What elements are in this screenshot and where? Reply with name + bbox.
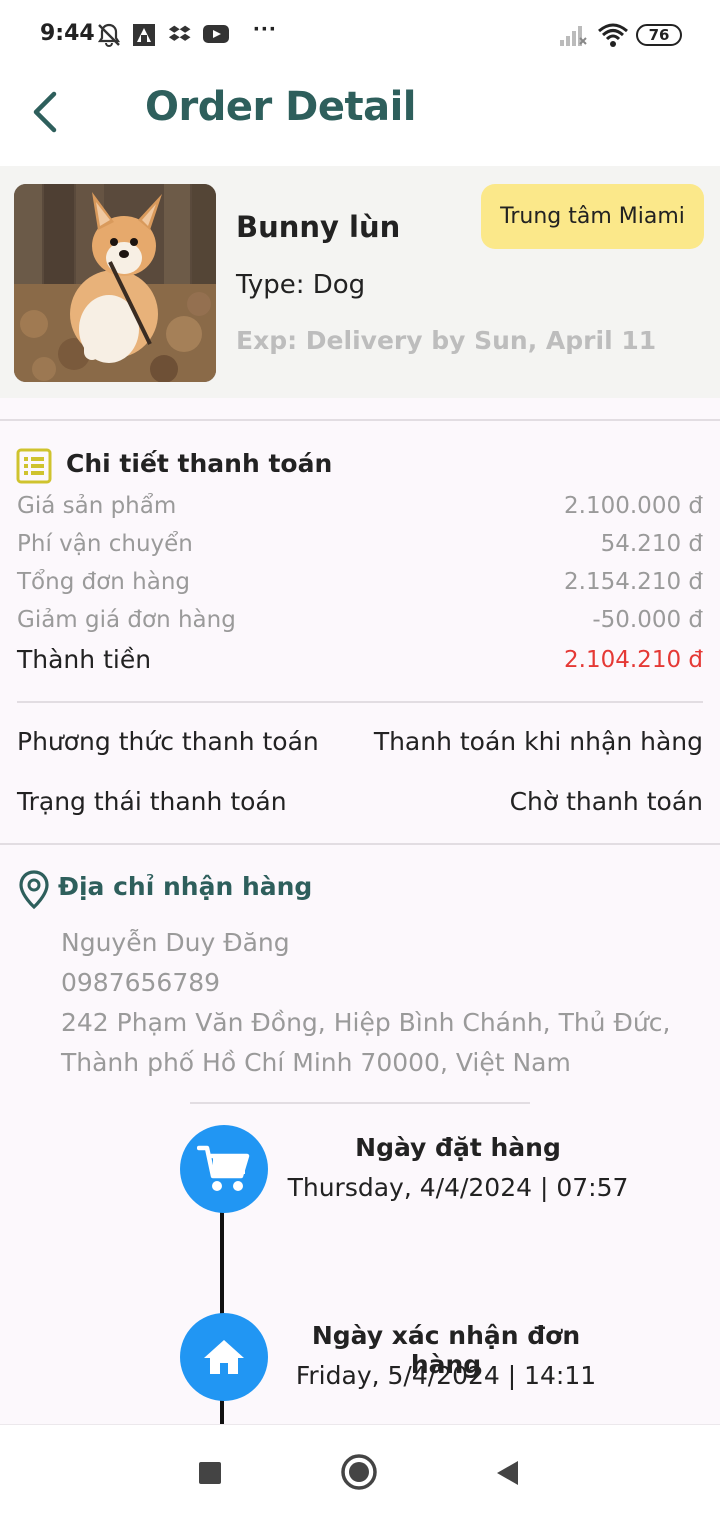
address-name: Nguyễn Duy Đăng (61, 928, 290, 957)
timeline-step-date: Thursday, 4/4/2024 | 07:57 (287, 1173, 629, 1202)
payment-row-value: 54.210 đ (600, 531, 703, 557)
payment-row-label: Phí vận chuyển (17, 531, 193, 557)
product-image (14, 184, 216, 382)
chevron-left-icon[interactable] (26, 88, 66, 136)
payment-total-row: Thành tiền 2.104.210 đ (17, 645, 703, 679)
divider (17, 701, 703, 703)
divider (190, 1102, 530, 1104)
payment-row: Giá sản phẩm 2.100.000 đ (17, 493, 703, 527)
location-pin-icon (19, 870, 49, 910)
payment-row-label: Giá sản phẩm (17, 493, 177, 519)
timeline-connector (220, 1210, 224, 1320)
back-triangle-icon[interactable] (494, 1459, 520, 1487)
divider (0, 419, 720, 421)
payment-section-title: Chi tiết thanh toán (66, 449, 333, 478)
battery-icon: 76 (636, 24, 682, 46)
system-nav-bar (0, 1424, 720, 1520)
timeline-step-date: Friday, 5/4/2024 | 14:11 (295, 1361, 597, 1390)
youtube-icon (203, 25, 229, 43)
address-section-title: Địa chỉ nhận hàng (58, 872, 313, 901)
product-type: Type: Dog (236, 270, 366, 300)
recents-square-icon[interactable] (198, 1461, 222, 1485)
payment-row: Phí vận chuyển 54.210 đ (17, 531, 703, 565)
payment-status-label: Trạng thái thanh toán (17, 787, 287, 816)
status-more: ··· (253, 16, 277, 43)
signal-icon (560, 26, 587, 46)
payment-method-label: Phương thức thanh toán (17, 727, 319, 756)
app-bar: Order Detail (0, 70, 720, 166)
corgi-puppy-photo (14, 184, 216, 382)
home-icon (204, 1340, 244, 1374)
store-badge-label: Trung tâm Miami (500, 204, 685, 229)
app-icon (133, 24, 155, 46)
timeline-step-title: Ngày đặt hàng (355, 1133, 561, 1162)
home-circle-icon[interactable] (340, 1453, 378, 1491)
payment-status-row: Trạng thái thanh toán Chờ thanh toán (17, 787, 703, 823)
payment-status-value: Chờ thanh toán (509, 787, 703, 816)
payment-row: Giảm giá đơn hàng -50.000 đ (17, 607, 703, 641)
address-city: Thành phố Hồ Chí Minh 70000, Việt Nam (61, 1048, 571, 1077)
payment-row-label: Giảm giá đơn hàng (17, 607, 236, 633)
product-card[interactable]: Bunny lùn Type: Dog Exp: Delivery by Sun… (0, 166, 720, 398)
payment-row: Tổng đơn hàng 2.154.210 đ (17, 569, 703, 603)
payment-row-label: Tổng đơn hàng (17, 569, 191, 595)
payment-row-value: -50.000 đ (592, 607, 703, 633)
divider (0, 843, 720, 845)
list-icon (16, 448, 52, 484)
mute-icon (97, 23, 121, 47)
dropbox-icon (168, 25, 191, 41)
timeline-step-circle (180, 1125, 268, 1213)
cart-icon (197, 1145, 250, 1191)
timeline-step-circle (180, 1313, 268, 1401)
payment-row-value: 2.154.210 đ (564, 569, 703, 595)
payment-total-value: 2.104.210 đ (564, 647, 703, 673)
payment-total-label: Thành tiền (17, 645, 152, 674)
status-time: 9:44 (40, 21, 95, 46)
address-phone: 0987656789 (61, 968, 221, 997)
address-street: 242 Phạm Văn Đồng, Hiệp Bình Chánh, Thủ … (61, 1008, 671, 1037)
payment-method-row: Phương thức thanh toán Thanh toán khi nh… (17, 727, 703, 763)
product-name: Bunny lùn (236, 210, 401, 244)
status-bar: 9:44 ··· 76 (0, 0, 720, 70)
store-badge: Trung tâm Miami (481, 184, 704, 249)
product-delivery: Exp: Delivery by Sun, April 11 (236, 326, 657, 355)
battery-level: 76 (648, 26, 670, 44)
wifi-icon (598, 23, 628, 47)
timeline-connector (220, 1398, 224, 1424)
payment-method-value: Thanh toán khi nhận hàng (373, 727, 703, 756)
page-title: Order Detail (145, 84, 417, 130)
payment-row-value: 2.100.000 đ (564, 493, 703, 519)
